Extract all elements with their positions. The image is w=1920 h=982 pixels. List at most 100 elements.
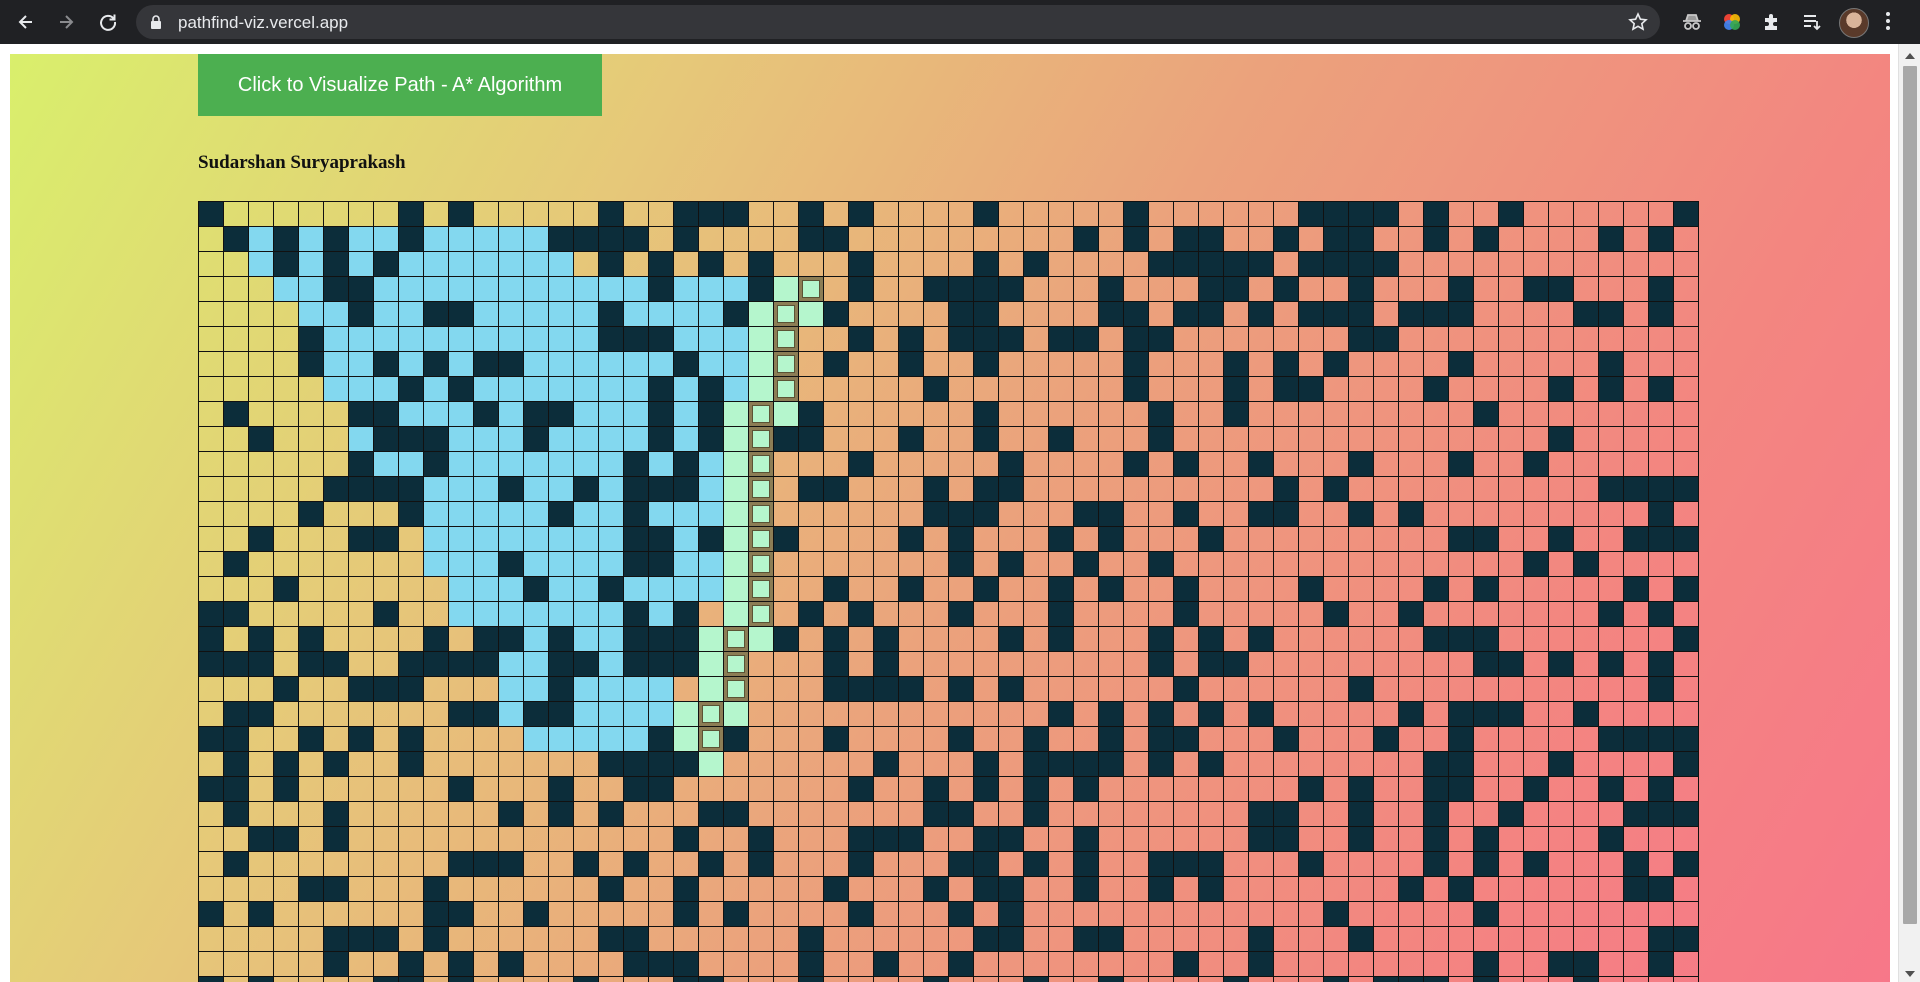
empty-cell[interactable] xyxy=(398,826,424,852)
empty-cell[interactable] xyxy=(748,651,774,677)
empty-cell[interactable] xyxy=(848,576,874,602)
empty-cell[interactable] xyxy=(1173,651,1199,677)
empty-cell[interactable] xyxy=(723,926,749,952)
empty-cell[interactable] xyxy=(423,776,449,802)
visited-cell[interactable] xyxy=(473,326,499,352)
visited-cell[interactable] xyxy=(698,326,724,352)
empty-cell[interactable] xyxy=(1123,276,1149,302)
empty-cell[interactable] xyxy=(1398,626,1424,652)
empty-cell[interactable] xyxy=(598,776,624,802)
empty-cell[interactable] xyxy=(1048,401,1074,427)
empty-cell[interactable] xyxy=(1173,526,1199,552)
empty-cell[interactable] xyxy=(1148,351,1174,377)
empty-cell[interactable] xyxy=(1423,251,1449,277)
visited-cell[interactable] xyxy=(523,351,549,377)
wall-cell[interactable] xyxy=(623,851,649,877)
empty-cell[interactable] xyxy=(648,926,674,952)
wall-cell[interactable] xyxy=(773,426,799,452)
wall-cell[interactable] xyxy=(273,676,299,702)
empty-cell[interactable] xyxy=(248,601,274,627)
wall-cell[interactable] xyxy=(1598,226,1624,252)
empty-cell[interactable] xyxy=(823,401,849,427)
empty-cell[interactable] xyxy=(873,326,899,352)
visited-cell[interactable] xyxy=(498,276,524,302)
empty-cell[interactable] xyxy=(1023,276,1049,302)
wall-cell[interactable] xyxy=(973,301,999,327)
empty-cell[interactable] xyxy=(1548,251,1574,277)
empty-cell[interactable] xyxy=(398,851,424,877)
wall-cell[interactable] xyxy=(1648,376,1674,402)
wall-cell[interactable] xyxy=(248,651,274,677)
empty-cell[interactable] xyxy=(1273,526,1299,552)
empty-cell[interactable] xyxy=(1573,901,1599,927)
empty-cell[interactable] xyxy=(1123,676,1149,702)
empty-cell[interactable] xyxy=(1623,751,1649,777)
empty-cell[interactable] xyxy=(223,251,249,277)
empty-cell[interactable] xyxy=(1598,451,1624,477)
empty-cell[interactable] xyxy=(773,801,799,827)
empty-cell[interactable] xyxy=(198,351,224,377)
empty-cell[interactable] xyxy=(1598,926,1624,952)
empty-cell[interactable] xyxy=(223,526,249,552)
empty-cell[interactable] xyxy=(748,226,774,252)
visited-cell[interactable] xyxy=(598,451,624,477)
visited-cell[interactable] xyxy=(698,276,724,302)
empty-cell[interactable] xyxy=(1523,651,1549,677)
wall-cell[interactable] xyxy=(448,901,474,927)
empty-cell[interactable] xyxy=(398,626,424,652)
wall-cell[interactable] xyxy=(548,676,574,702)
wall-cell[interactable] xyxy=(1348,276,1374,302)
wall-cell[interactable] xyxy=(498,951,524,977)
visited-cell[interactable] xyxy=(673,501,699,527)
empty-cell[interactable] xyxy=(748,926,774,952)
visited-cell[interactable] xyxy=(523,551,549,577)
empty-cell[interactable] xyxy=(823,376,849,402)
wall-cell[interactable] xyxy=(198,651,224,677)
empty-cell[interactable] xyxy=(223,376,249,402)
visited-cell[interactable] xyxy=(548,276,574,302)
visited-cell[interactable] xyxy=(248,226,274,252)
empty-cell[interactable] xyxy=(248,726,274,752)
empty-cell[interactable] xyxy=(1023,876,1049,902)
empty-cell[interactable] xyxy=(1298,401,1324,427)
wall-cell[interactable] xyxy=(973,876,999,902)
empty-cell[interactable] xyxy=(1323,726,1349,752)
visited-cell[interactable] xyxy=(473,551,499,577)
frontier-cell[interactable] xyxy=(698,626,724,652)
empty-cell[interactable] xyxy=(1373,576,1399,602)
empty-cell[interactable] xyxy=(898,201,924,227)
empty-cell[interactable] xyxy=(1623,551,1649,577)
wall-cell[interactable] xyxy=(1448,451,1474,477)
empty-cell[interactable] xyxy=(1573,276,1599,302)
empty-cell[interactable] xyxy=(1148,226,1174,252)
visited-cell[interactable] xyxy=(473,451,499,477)
empty-cell[interactable] xyxy=(523,976,549,982)
empty-cell[interactable] xyxy=(623,251,649,277)
wall-cell[interactable] xyxy=(323,751,349,777)
wall-cell[interactable] xyxy=(948,326,974,352)
empty-cell[interactable] xyxy=(723,251,749,277)
empty-cell[interactable] xyxy=(1673,826,1699,852)
empty-cell[interactable] xyxy=(1073,451,1099,477)
empty-cell[interactable] xyxy=(998,526,1024,552)
empty-cell[interactable] xyxy=(1498,601,1524,627)
empty-cell[interactable] xyxy=(348,601,374,627)
wall-cell[interactable] xyxy=(823,726,849,752)
wall-cell[interactable] xyxy=(1623,726,1649,752)
empty-cell[interactable] xyxy=(723,826,749,852)
empty-cell[interactable] xyxy=(1223,576,1249,602)
visualize-path-button[interactable]: Click to Visualize Path - A* Algorithm xyxy=(198,54,602,116)
empty-cell[interactable] xyxy=(848,726,874,752)
wall-cell[interactable] xyxy=(998,926,1024,952)
empty-cell[interactable] xyxy=(1423,276,1449,302)
empty-cell[interactable] xyxy=(273,726,299,752)
visited-cell[interactable] xyxy=(448,326,474,352)
empty-cell[interactable] xyxy=(548,751,574,777)
visited-cell[interactable] xyxy=(623,401,649,427)
wall-cell[interactable] xyxy=(473,651,499,677)
empty-cell[interactable] xyxy=(223,326,249,352)
empty-cell[interactable] xyxy=(1348,426,1374,452)
wall-cell[interactable] xyxy=(723,801,749,827)
empty-cell[interactable] xyxy=(248,326,274,352)
empty-cell[interactable] xyxy=(698,901,724,927)
